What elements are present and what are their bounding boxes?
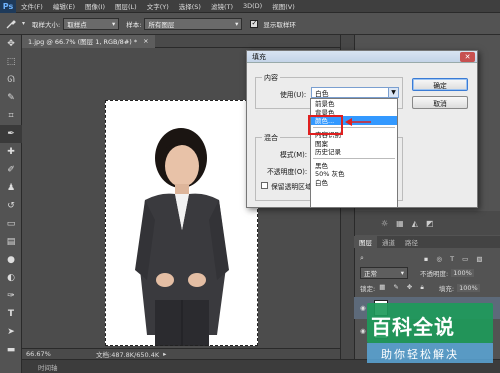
show-ring-label: 显示取样环 <box>263 20 296 29</box>
pen-tool-icon[interactable]: ✑ <box>0 287 22 305</box>
cancel-button[interactable]: 取消 <box>412 96 468 109</box>
sample-size-select[interactable]: 取样点 ▾ <box>63 17 120 30</box>
close-icon[interactable]: ✕ <box>460 52 475 62</box>
gradient-tool-icon[interactable]: ▤ <box>0 233 22 251</box>
zoom-level[interactable]: 66.67% <box>26 350 76 358</box>
blur-tool-icon[interactable]: ● <box>0 251 22 269</box>
tools-panel: ✥ ⬚ ᘏ ✎ ⌗ ✒ ✚ ✐ ♟ ↺ ▭ ▤ ● ◐ ✑ T ➤ ▬ <box>0 35 22 373</box>
divider <box>313 157 395 159</box>
dodge-tool-icon[interactable]: ◐ <box>0 269 22 287</box>
chevron-right-icon[interactable]: ▸ <box>163 350 166 358</box>
chevron-down-icon: ▾ <box>111 19 116 28</box>
tab-paths[interactable]: 路径 <box>400 236 423 248</box>
type-tool-icon[interactable]: T <box>0 305 22 323</box>
menu-image[interactable]: 图像(I) <box>80 1 110 11</box>
move-tool-icon[interactable]: ✥ <box>0 35 22 53</box>
lock-icons[interactable]: ▦ ✎ ✥ 🔒︎ <box>379 283 427 292</box>
eye-icon[interactable]: ◉ <box>360 327 366 335</box>
lasso-tool-icon[interactable]: ᘏ <box>0 71 22 89</box>
brush-tool-icon[interactable]: ✐ <box>0 161 22 179</box>
crop-tool-icon[interactable]: ⌗ <box>0 107 22 125</box>
sample-label: 样本: <box>126 20 142 29</box>
menu-file[interactable]: 文件(F) <box>16 1 48 11</box>
menu-bar: Ps 文件(F) 编辑(E) 图像(I) 图层(L) 文字(Y) 选择(S) 滤… <box>0 0 500 13</box>
sample-size-label: 取样大小: <box>32 20 61 29</box>
shape-tool-icon[interactable]: ▬ <box>0 341 22 359</box>
brightness-icon[interactable]: ☼ <box>381 219 388 228</box>
menu-type[interactable]: 文字(Y) <box>142 1 174 11</box>
menu-view[interactable]: 视图(V) <box>267 1 300 11</box>
use-select[interactable]: 白色 ▼ <box>311 87 399 98</box>
close-icon[interactable]: × <box>143 37 148 45</box>
healing-brush-icon[interactable]: ✚ <box>0 143 22 161</box>
stamp-tool-icon[interactable]: ♟ <box>0 179 22 197</box>
content-group-legend: 内容 <box>262 73 280 83</box>
chevron-down-icon: ▾ <box>235 19 239 28</box>
quick-select-tool-icon[interactable]: ✎ <box>0 89 22 107</box>
photoshop-logo: Ps <box>0 0 16 13</box>
red-arrow-icon <box>345 118 371 126</box>
adjustments-panel: ☼ ▦ ◭ ◩ <box>355 211 500 235</box>
menu-layer[interactable]: 图层(L) <box>110 1 142 11</box>
mode-label: 模式(M): <box>280 151 308 159</box>
dialog-title-bar: 填充 <box>247 51 477 63</box>
timeline-label[interactable]: 时间轴 <box>38 362 58 372</box>
preserve-transparency-label: 保留透明区域 <box>271 183 312 191</box>
curves-icon[interactable]: ◭ <box>412 219 418 228</box>
chevron-down-icon: ▼ <box>388 88 398 97</box>
path-select-tool-icon[interactable]: ➤ <box>0 323 22 341</box>
document-size-info: 文档:487.8K/650.4K <box>96 351 160 359</box>
lock-label: 锁定: <box>360 284 376 293</box>
tab-channels[interactable]: 通道 <box>377 236 400 248</box>
marquee-tool-icon[interactable]: ⬚ <box>0 53 22 71</box>
chevron-down-icon: ▾ <box>400 268 404 277</box>
option-white[interactable]: 白色 <box>311 178 397 187</box>
search-icon[interactable]: ⌕ <box>360 254 364 263</box>
blend-group-legend: 混合 <box>262 133 280 143</box>
options-bar: ▾ 取样大小: 取样点 ▾ 样本: 所有图层 ▾ ✓ 显示取样环 <box>0 13 500 35</box>
levels-icon[interactable]: ▦ <box>396 219 404 228</box>
show-ring-checkbox[interactable]: ✓ <box>250 19 259 28</box>
ok-button[interactable]: 确定 <box>412 78 468 91</box>
portrait-photo <box>105 100 258 346</box>
blend-mode-select[interactable]: 正常 ▾ <box>360 266 408 279</box>
layer-opacity-value[interactable]: 100% <box>451 268 474 277</box>
eraser-tool-icon[interactable]: ▭ <box>0 215 22 233</box>
lock-fill-row: 锁定: ▦ ✎ ✥ 🔒︎ 填充: 100% <box>354 281 500 294</box>
use-label: 使用(U): <box>280 91 307 99</box>
layers-panel-tabs: 图层 通道 路径 <box>354 236 500 248</box>
eye-icon[interactable]: ◉ <box>360 304 366 312</box>
option-history[interactable]: 历史记录 <box>311 147 397 156</box>
layer-opacity-label: 不透明度: <box>420 269 449 278</box>
filter-icons[interactable]: ▪ ◎ T ▭ ▧ <box>424 255 486 263</box>
history-brush-icon[interactable]: ↺ <box>0 197 22 215</box>
document-tab-bar: 1.jpg @ 66.7% (图层 1, RGB/8#) * × <box>22 34 340 48</box>
dialog-title: 填充 <box>252 52 266 61</box>
tab-layers[interactable]: 图层 <box>354 236 377 248</box>
eyedropper-tool-icon[interactable] <box>0 18 22 30</box>
status-bar: 66.67% 文档:487.8K/650.4K ▸ <box>22 348 340 359</box>
highlight-box <box>308 115 343 135</box>
preserve-transparency-checkbox[interactable] <box>261 182 268 189</box>
exposure-icon[interactable]: ◩ <box>426 219 434 228</box>
blend-opacity-row: 正常 ▾ 不透明度: 100% <box>354 266 500 279</box>
menu-select[interactable]: 选择(S) <box>174 1 206 11</box>
opacity-label: 不透明度(O): <box>267 168 308 176</box>
watermark-subtitle: 助你轻松解决 <box>381 348 459 361</box>
fill-label: 填充: <box>438 284 455 293</box>
menu-3d[interactable]: 3D(D) <box>238 2 267 10</box>
sample-select[interactable]: 所有图层 ▾ <box>144 17 243 30</box>
layers-filter-row: ⌕ ▪ ◎ T ▭ ▧ <box>354 252 500 265</box>
watermark: 百科全说 助你轻松解决 <box>367 303 493 365</box>
menu-edit[interactable]: 编辑(E) <box>48 1 80 11</box>
watermark-title: 百科全说 <box>371 315 455 339</box>
document-tab[interactable]: 1.jpg @ 66.7% (图层 1, RGB/8#) * × <box>22 34 155 48</box>
eyedropper-tool-icon[interactable]: ✒ <box>0 125 22 143</box>
menu-filter[interactable]: 滤镜(T) <box>206 1 238 11</box>
woman-portrait-image <box>135 128 229 346</box>
chevron-down-icon[interactable]: ▾ <box>22 20 25 27</box>
fill-value[interactable]: 100% <box>457 283 480 292</box>
